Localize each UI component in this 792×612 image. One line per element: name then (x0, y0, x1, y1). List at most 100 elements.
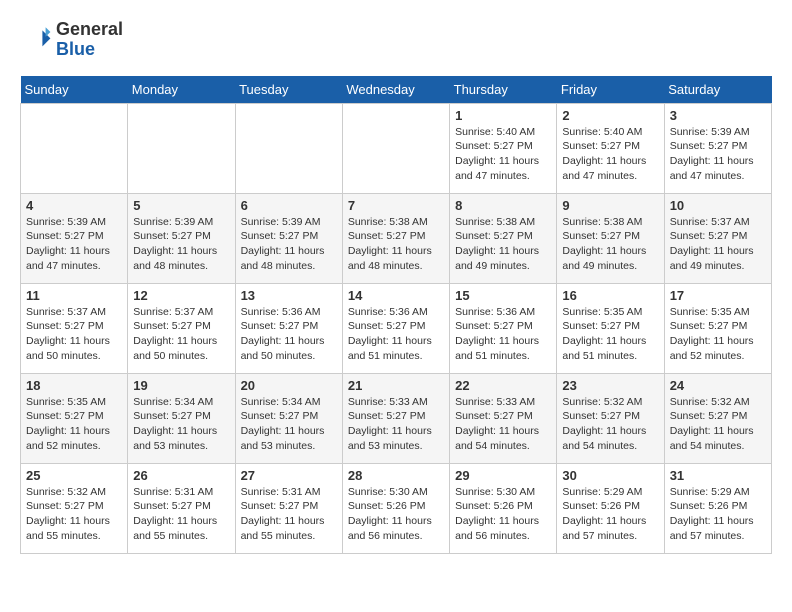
calendar-cell: 6 Sunrise: 5:39 AMSunset: 5:27 PMDaylight… (235, 193, 342, 283)
calendar-cell: 24Sunrise: 5:32 AMSunset: 5:27 PMDayligh… (664, 373, 771, 463)
day-info: Sunrise: 5:29 AMSunset: 5:26 PMDaylight:… (670, 485, 766, 544)
day-info: Sunrise: 5:33 AMSunset: 5:27 PMDaylight:… (348, 395, 444, 454)
weekday-header-friday: Friday (557, 76, 664, 104)
calendar-cell: 18Sunrise: 5:35 AMSunset: 5:27 PMDayligh… (21, 373, 128, 463)
calendar-cell: 19 Sunrise: 5:34 AMSunset: 5:27 PMDayligh… (128, 373, 235, 463)
calendar-cell: 25 Sunrise: 5:32 AMSunset: 5:27 PMDayligh… (21, 463, 128, 553)
calendar-cell: 31 Sunrise: 5:29 AMSunset: 5:26 PMDayligh… (664, 463, 771, 553)
weekday-header-thursday: Thursday (450, 76, 557, 104)
calendar-cell: 21 Sunrise: 5:33 AMSunset: 5:27 PMDayligh… (342, 373, 449, 463)
day-number: 6 (241, 198, 337, 213)
day-number: 26 (133, 468, 229, 483)
day-info: Sunrise: 5:39 AMSunset: 5:27 PMDaylight:… (241, 215, 337, 274)
calendar-cell: 29 Sunrise: 5:30 AMSunset: 5:26 PMDayligh… (450, 463, 557, 553)
day-info: Sunrise: 5:31 AMSunset: 5:27 PMDaylight:… (241, 485, 337, 544)
day-number: 12 (133, 288, 229, 303)
calendar-cell: 4Sunrise: 5:39 AMSunset: 5:27 PMDaylight… (21, 193, 128, 283)
calendar-cell: 27 Sunrise: 5:31 AMSunset: 5:27 PMDayligh… (235, 463, 342, 553)
calendar-cell: 23Sunrise: 5:32 AMSunset: 5:27 PMDayligh… (557, 373, 664, 463)
day-number: 17 (670, 288, 766, 303)
day-info: Sunrise: 5:37 AMSunset: 5:27 PMDaylight:… (26, 305, 122, 364)
weekday-header-tuesday: Tuesday (235, 76, 342, 104)
day-number: 11 (26, 288, 122, 303)
calendar-cell: 2 Sunrise: 5:40 AMSunset: 5:27 PMDaylight… (557, 103, 664, 193)
calendar-cell: 1 Sunrise: 5:40 AMSunset: 5:27 PMDaylight… (450, 103, 557, 193)
day-number: 3 (670, 108, 766, 123)
day-number: 10 (670, 198, 766, 213)
calendar-cell: 17Sunrise: 5:35 AMSunset: 5:27 PMDayligh… (664, 283, 771, 373)
day-info: Sunrise: 5:38 AMSunset: 5:27 PMDaylight:… (455, 215, 551, 274)
calendar-cell (21, 103, 128, 193)
calendar-cell: 22 Sunrise: 5:33 AMSunset: 5:27 PMDayligh… (450, 373, 557, 463)
day-info: Sunrise: 5:36 AMSunset: 5:27 PMDaylight:… (348, 305, 444, 364)
calendar-cell: 26 Sunrise: 5:31 AMSunset: 5:27 PMDayligh… (128, 463, 235, 553)
day-info: Sunrise: 5:31 AMSunset: 5:27 PMDaylight:… (133, 485, 229, 544)
day-info: Sunrise: 5:35 AMSunset: 5:27 PMDaylight:… (26, 395, 122, 454)
day-number: 20 (241, 378, 337, 393)
day-info: Sunrise: 5:35 AMSunset: 5:27 PMDaylight:… (562, 305, 658, 364)
day-number: 1 (455, 108, 551, 123)
calendar-cell: 5Sunrise: 5:39 AMSunset: 5:27 PMDaylight… (128, 193, 235, 283)
day-number: 24 (670, 378, 766, 393)
calendar-cell (128, 103, 235, 193)
day-info: Sunrise: 5:33 AMSunset: 5:27 PMDaylight:… (455, 395, 551, 454)
logo-text: General Blue (56, 20, 123, 60)
day-info: Sunrise: 5:34 AMSunset: 5:27 PMDaylight:… (133, 395, 229, 454)
calendar-cell: 15 Sunrise: 5:36 AMSunset: 5:27 PMDayligh… (450, 283, 557, 373)
calendar-week-row: 11 Sunrise: 5:37 AMSunset: 5:27 PMDayligh… (21, 283, 772, 373)
day-number: 8 (455, 198, 551, 213)
day-info: Sunrise: 5:30 AMSunset: 5:26 PMDaylight:… (348, 485, 444, 544)
calendar-cell: 7 Sunrise: 5:38 AMSunset: 5:27 PMDaylight… (342, 193, 449, 283)
day-info: Sunrise: 5:38 AMSunset: 5:27 PMDaylight:… (562, 215, 658, 274)
calendar-table: SundayMondayTuesdayWednesdayThursdayFrid… (20, 76, 772, 554)
calendar-cell (235, 103, 342, 193)
logo-icon (20, 24, 52, 56)
day-number: 7 (348, 198, 444, 213)
weekday-header-wednesday: Wednesday (342, 76, 449, 104)
day-number: 28 (348, 468, 444, 483)
day-info: Sunrise: 5:40 AMSunset: 5:27 PMDaylight:… (562, 125, 658, 184)
day-info: Sunrise: 5:39 AMSunset: 5:27 PMDaylight:… (670, 125, 766, 184)
logo: General Blue (20, 20, 123, 60)
day-number: 19 (133, 378, 229, 393)
day-info: Sunrise: 5:39 AMSunset: 5:27 PMDaylight:… (26, 215, 122, 274)
day-number: 27 (241, 468, 337, 483)
day-number: 30 (562, 468, 658, 483)
weekday-header-row: SundayMondayTuesdayWednesdayThursdayFrid… (21, 76, 772, 104)
day-number: 21 (348, 378, 444, 393)
day-number: 16 (562, 288, 658, 303)
day-info: Sunrise: 5:40 AMSunset: 5:27 PMDaylight:… (455, 125, 551, 184)
day-number: 25 (26, 468, 122, 483)
calendar-cell: 8 Sunrise: 5:38 AMSunset: 5:27 PMDaylight… (450, 193, 557, 283)
calendar-cell: 20 Sunrise: 5:34 AMSunset: 5:27 PMDayligh… (235, 373, 342, 463)
calendar-week-row: 18Sunrise: 5:35 AMSunset: 5:27 PMDayligh… (21, 373, 772, 463)
weekday-header-sunday: Sunday (21, 76, 128, 104)
calendar-week-row: 4Sunrise: 5:39 AMSunset: 5:27 PMDaylight… (21, 193, 772, 283)
calendar-cell: 13 Sunrise: 5:36 AMSunset: 5:27 PMDayligh… (235, 283, 342, 373)
weekday-header-saturday: Saturday (664, 76, 771, 104)
day-info: Sunrise: 5:34 AMSunset: 5:27 PMDaylight:… (241, 395, 337, 454)
day-number: 2 (562, 108, 658, 123)
calendar-cell: 9Sunrise: 5:38 AMSunset: 5:27 PMDaylight… (557, 193, 664, 283)
day-number: 29 (455, 468, 551, 483)
day-info: Sunrise: 5:37 AMSunset: 5:27 PMDaylight:… (133, 305, 229, 364)
calendar-cell: 3 Sunrise: 5:39 AMSunset: 5:27 PMDaylight… (664, 103, 771, 193)
day-info: Sunrise: 5:37 AMSunset: 5:27 PMDaylight:… (670, 215, 766, 274)
day-info: Sunrise: 5:32 AMSunset: 5:27 PMDaylight:… (562, 395, 658, 454)
day-number: 15 (455, 288, 551, 303)
calendar-cell: 11 Sunrise: 5:37 AMSunset: 5:27 PMDayligh… (21, 283, 128, 373)
day-number: 22 (455, 378, 551, 393)
day-number: 31 (670, 468, 766, 483)
calendar-cell: 14Sunrise: 5:36 AMSunset: 5:27 PMDayligh… (342, 283, 449, 373)
calendar-cell: 10 Sunrise: 5:37 AMSunset: 5:27 PMDayligh… (664, 193, 771, 283)
day-info: Sunrise: 5:30 AMSunset: 5:26 PMDaylight:… (455, 485, 551, 544)
day-number: 13 (241, 288, 337, 303)
day-info: Sunrise: 5:38 AMSunset: 5:27 PMDaylight:… (348, 215, 444, 274)
day-info: Sunrise: 5:36 AMSunset: 5:27 PMDaylight:… (455, 305, 551, 364)
calendar-cell: 16 Sunrise: 5:35 AMSunset: 5:27 PMDayligh… (557, 283, 664, 373)
day-info: Sunrise: 5:39 AMSunset: 5:27 PMDaylight:… (133, 215, 229, 274)
calendar-cell (342, 103, 449, 193)
page-header: General Blue (20, 20, 772, 60)
day-info: Sunrise: 5:36 AMSunset: 5:27 PMDaylight:… (241, 305, 337, 364)
day-info: Sunrise: 5:32 AMSunset: 5:27 PMDaylight:… (26, 485, 122, 544)
